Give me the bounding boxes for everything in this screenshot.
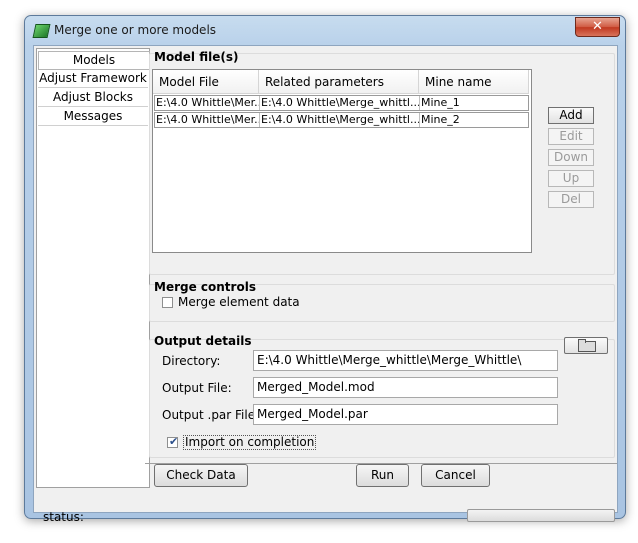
del-button[interactable]: Del xyxy=(548,191,594,208)
cell-model-file: E:\4.0 Whittle\Mer... xyxy=(156,96,260,110)
status-label: status: xyxy=(43,510,84,524)
nav-item-adjust-framework[interactable]: Adjust Framework xyxy=(38,70,148,88)
cell-model-file: E:\4.0 Whittle\Mer... xyxy=(156,113,260,127)
merge-models-window: Merge one or more models ✕ Models Adjust… xyxy=(24,15,626,524)
model-files-title: Model file(s) xyxy=(154,50,239,64)
close-button[interactable]: ✕ xyxy=(575,17,620,37)
output-file-label: Output File: xyxy=(162,381,232,395)
window-title: Merge one or more models xyxy=(54,23,217,37)
cancel-button[interactable]: Cancel xyxy=(421,464,490,487)
merge-element-checkbox[interactable] xyxy=(162,297,173,308)
column-related-parameters[interactable]: Related parameters xyxy=(259,70,419,94)
cell-related-parameters: E:\4.0 Whittle\Merge_whittl... xyxy=(261,113,420,127)
par-file-label: Output .par File: xyxy=(162,408,260,422)
directory-field[interactable]: E:\4.0 Whittle\Merge_whittle\Merge_Whitt… xyxy=(253,350,558,371)
checkmark-icon: ✔ xyxy=(169,435,179,448)
nav-panel: Models Adjust Framework Adjust Blocks Me… xyxy=(36,48,150,488)
table-row[interactable]: E:\4.0 Whittle\Mer... E:\4.0 Whittle\Mer… xyxy=(154,112,529,128)
up-button[interactable]: Up xyxy=(548,170,594,187)
par-file-field[interactable]: Merged_Model.par xyxy=(253,404,558,425)
output-details-title: Output details xyxy=(154,334,252,348)
nav-item-messages[interactable]: Messages xyxy=(38,108,148,126)
title-bar[interactable]: Merge one or more models ✕ xyxy=(25,16,625,44)
run-button[interactable]: Run xyxy=(356,464,409,487)
import-on-completion-label: Import on completion xyxy=(183,435,317,450)
model-files-table: Model File Related parameters Mine name … xyxy=(152,69,532,253)
import-on-completion-checkbox[interactable]: ✔ xyxy=(167,435,179,448)
check-data-button[interactable]: Check Data xyxy=(154,464,248,487)
cell-mine-name: Mine_1 xyxy=(421,96,460,109)
column-mine-name[interactable]: Mine name xyxy=(419,70,529,94)
nav-item-adjust-blocks[interactable]: Adjust Blocks xyxy=(38,89,148,107)
app-icon xyxy=(32,24,51,38)
directory-label: Directory: xyxy=(162,354,221,368)
folder-icon xyxy=(578,339,596,352)
table-row[interactable]: E:\4.0 Whittle\Mer... E:\4.0 Whittle\Mer… xyxy=(154,95,529,111)
edit-button[interactable]: Edit xyxy=(548,128,594,145)
column-model-file[interactable]: Model File xyxy=(153,70,259,94)
dialog-client: Models Adjust Framework Adjust Blocks Me… xyxy=(33,45,618,524)
nav-item-models[interactable]: Models xyxy=(38,51,150,70)
merge-controls-title: Merge controls xyxy=(154,280,256,294)
down-button[interactable]: Down xyxy=(548,149,594,166)
add-button[interactable]: Add xyxy=(548,107,594,124)
progress-bar xyxy=(467,509,615,522)
browse-folder-button[interactable] xyxy=(564,337,608,354)
merge-element-label: Merge element data xyxy=(178,295,300,309)
cell-mine-name: Mine_2 xyxy=(421,113,460,126)
close-icon: ✕ xyxy=(592,19,603,34)
output-file-field[interactable]: Merged_Model.mod xyxy=(253,377,558,398)
cell-related-parameters: E:\4.0 Whittle\Merge_whittl... xyxy=(261,96,420,110)
